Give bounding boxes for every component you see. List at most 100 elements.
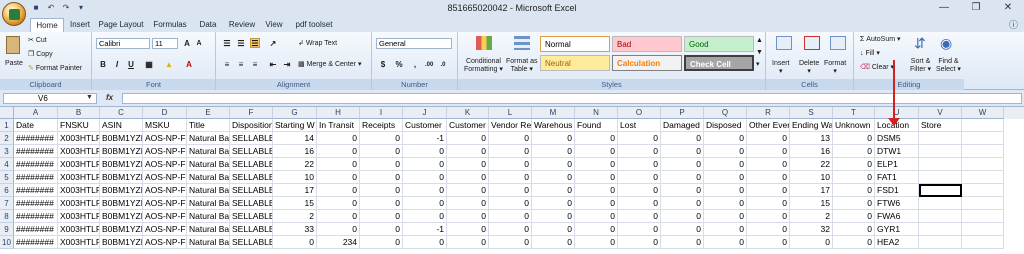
table-cell[interactable]: 0 xyxy=(661,171,704,184)
table-cell[interactable]: 0 xyxy=(403,236,447,249)
column-header-q[interactable]: Q xyxy=(704,107,747,119)
table-cell[interactable]: 17 xyxy=(790,184,833,197)
table-cell[interactable]: 0 xyxy=(704,158,747,171)
table-cell[interactable]: -1 xyxy=(403,132,447,145)
table-cell[interactable]: B0BM1YZF xyxy=(100,184,143,197)
table-cell[interactable]: GYR1 xyxy=(875,223,919,236)
table-cell[interactable]: Natural Ba xyxy=(187,223,230,236)
table-cell[interactable]: SELLABLE xyxy=(230,197,273,210)
table-cell[interactable]: 0 xyxy=(575,158,618,171)
table-cell[interactable]: B0BM1YZF xyxy=(100,236,143,249)
table-cell[interactable]: X003HTLR xyxy=(58,132,100,145)
table-cell[interactable]: 0 xyxy=(747,132,790,145)
close-icon[interactable]: ✕ xyxy=(992,0,1024,16)
table-cell[interactable]: AOS-NP-FF xyxy=(143,197,187,210)
table-cell[interactable]: 0 xyxy=(618,197,661,210)
column-header-b[interactable]: B xyxy=(58,107,100,119)
table-cell[interactable]: 0 xyxy=(747,171,790,184)
style-neutral[interactable]: Neutral xyxy=(540,55,610,71)
column-header-g[interactable]: G xyxy=(273,107,317,119)
table-cell[interactable]: 0 xyxy=(833,197,875,210)
column-header-m[interactable]: M xyxy=(532,107,575,119)
table-cell[interactable]: AOS-NP-FF xyxy=(143,158,187,171)
column-header-p[interactable]: P xyxy=(661,107,704,119)
table-cell[interactable]: 0 xyxy=(575,184,618,197)
table-cell[interactable]: 0 xyxy=(360,197,403,210)
table-cell[interactable]: 0 xyxy=(447,158,489,171)
table-cell[interactable]: 0 xyxy=(661,145,704,158)
table-cell[interactable]: 0 xyxy=(273,236,317,249)
underline-icon[interactable]: U xyxy=(126,59,136,69)
currency-icon[interactable]: $ xyxy=(378,59,388,69)
autosum-button[interactable]: Σ AutoSum ▾ xyxy=(860,36,901,44)
column-header-w[interactable]: W xyxy=(962,107,1004,119)
column-header-k[interactable]: K xyxy=(447,107,489,119)
table-cell[interactable]: 0 xyxy=(360,132,403,145)
column-header-r[interactable]: R xyxy=(747,107,790,119)
table-cell[interactable]: Natural Ba xyxy=(187,236,230,249)
name-box[interactable]: V6 xyxy=(3,93,97,104)
insert-function-icon[interactable]: fx xyxy=(106,93,113,102)
table-cell[interactable]: ######## xyxy=(14,132,58,145)
table-cell[interactable]: Natural Ba xyxy=(187,145,230,158)
column-header-t[interactable]: T xyxy=(833,107,875,119)
styles-scroll-up-icon[interactable]: ▲ xyxy=(756,37,763,45)
table-cell[interactable]: 0 xyxy=(317,145,360,158)
table-cell[interactable]: 0 xyxy=(661,236,704,249)
table-cell[interactable]: AOS-NP-FF xyxy=(143,184,187,197)
table-cell[interactable]: B0BM1YZF xyxy=(100,171,143,184)
delete-button[interactable]: Delete ▾ xyxy=(799,60,819,76)
table-cell[interactable]: 0 xyxy=(661,158,704,171)
align-middle-icon[interactable]: ☰ xyxy=(236,38,246,48)
header-cell[interactable]: Disposition xyxy=(230,119,273,132)
borders-icon[interactable]: ▦ xyxy=(144,59,154,69)
header-cell[interactable]: Damaged xyxy=(661,119,704,132)
table-cell[interactable]: 0 xyxy=(532,145,575,158)
increase-indent-icon[interactable]: ⇥ xyxy=(282,59,292,69)
table-cell[interactable]: SELLABLE xyxy=(230,236,273,249)
table-cell[interactable]: 0 xyxy=(360,236,403,249)
table-cell[interactable]: 0 xyxy=(532,184,575,197)
table-cell[interactable]: 0 xyxy=(403,145,447,158)
table-cell[interactable]: 0 xyxy=(360,223,403,236)
increase-decimal-icon[interactable]: .00 xyxy=(424,59,434,69)
header-cell[interactable]: Customer xyxy=(447,119,489,132)
table-cell[interactable]: 17 xyxy=(273,184,317,197)
table-cell[interactable]: 0 xyxy=(747,158,790,171)
select-all-button[interactable] xyxy=(0,107,14,119)
table-cell[interactable]: 0 xyxy=(447,223,489,236)
table-cell[interactable]: 0 xyxy=(704,145,747,158)
table-cell[interactable]: 0 xyxy=(489,197,532,210)
font-color-icon[interactable]: A xyxy=(184,59,194,69)
table-cell[interactable]: B0BM1YZF xyxy=(100,197,143,210)
table-cell[interactable]: 0 xyxy=(403,184,447,197)
table-cell[interactable]: 0 xyxy=(704,210,747,223)
table-cell[interactable] xyxy=(919,197,962,210)
table-cell[interactable] xyxy=(919,158,962,171)
table-cell[interactable]: SELLABLE xyxy=(230,184,273,197)
table-cell[interactable] xyxy=(919,171,962,184)
table-cell[interactable]: 0 xyxy=(575,132,618,145)
header-cell[interactable]: FNSKU xyxy=(58,119,100,132)
header-cell[interactable]: Warehous xyxy=(532,119,575,132)
table-cell[interactable]: 0 xyxy=(489,223,532,236)
table-cell[interactable]: 0 xyxy=(704,184,747,197)
align-bottom-icon[interactable]: ☰ xyxy=(250,38,260,48)
number-format-combo[interactable]: General xyxy=(376,38,452,49)
table-cell[interactable]: 0 xyxy=(447,184,489,197)
align-left-icon[interactable]: ≡ xyxy=(222,59,232,69)
styles-more-icon[interactable]: ▾ xyxy=(756,61,760,69)
comma-icon[interactable]: , xyxy=(410,59,420,69)
table-cell[interactable]: 0 xyxy=(532,210,575,223)
table-cell[interactable]: ######## xyxy=(14,223,58,236)
table-cell[interactable]: Natural Ba xyxy=(187,132,230,145)
table-cell[interactable]: 33 xyxy=(273,223,317,236)
table-cell[interactable]: 0 xyxy=(618,184,661,197)
column-header-h[interactable]: H xyxy=(317,107,360,119)
format-as-table-button[interactable]: Format as Table ▾ xyxy=(506,58,538,74)
table-cell[interactable]: 0 xyxy=(532,158,575,171)
orientation-icon[interactable]: ↗ xyxy=(268,38,278,48)
table-cell[interactable]: FSD1 xyxy=(875,184,919,197)
table-cell[interactable]: 0 xyxy=(532,236,575,249)
column-header-l[interactable]: L xyxy=(489,107,532,119)
